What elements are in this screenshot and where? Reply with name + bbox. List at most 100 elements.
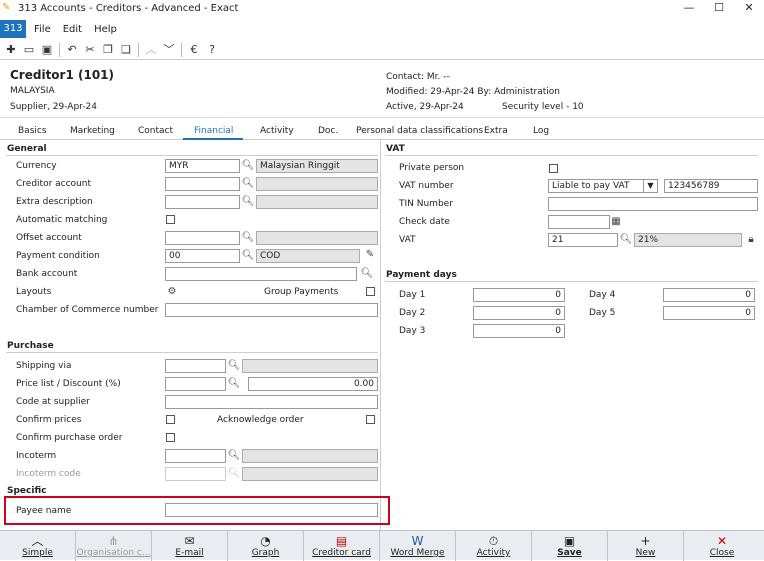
creditor-card-button[interactable]: ▤ Creditor card bbox=[304, 531, 380, 561]
gear-icon[interactable]: ⚙ bbox=[165, 285, 179, 299]
tab-basics[interactable]: Basics bbox=[18, 126, 47, 136]
toolbar-separator bbox=[181, 42, 182, 57]
search-icon[interactable]: 🔍︎ bbox=[241, 249, 255, 263]
search-icon[interactable]: 🔍︎ bbox=[241, 195, 255, 209]
day1-label: Day 1 bbox=[399, 290, 426, 300]
tab-log[interactable]: Log bbox=[533, 126, 549, 136]
vat-type-select[interactable]: Liable to pay VAT bbox=[548, 179, 644, 193]
chevron-up-icon[interactable]: ︿ bbox=[142, 41, 160, 59]
calendar-icon[interactable]: ▦ bbox=[609, 215, 623, 229]
activity-button[interactable]: ⏱︎ Activity bbox=[456, 531, 532, 561]
close-window-button[interactable]: ✕ bbox=[734, 0, 764, 16]
automatic-matching-checkbox[interactable] bbox=[166, 215, 175, 224]
menu-edit[interactable]: Edit bbox=[63, 24, 82, 35]
creditor-active: Active, 29-Apr-24 bbox=[386, 102, 464, 112]
automatic-matching-label: Automatic matching bbox=[16, 215, 108, 225]
security-level: Security level - 10 bbox=[502, 102, 584, 112]
simple-button[interactable]: ︿ Simple bbox=[0, 531, 76, 561]
incoterm-code-name-field bbox=[242, 467, 378, 481]
graph-button[interactable]: ◔ Graph bbox=[228, 531, 304, 561]
shipping-via-input[interactable] bbox=[165, 359, 226, 373]
extra-description-input[interactable] bbox=[165, 195, 240, 209]
section-purchase: Purchase bbox=[7, 341, 54, 351]
minimize-button[interactable]: — bbox=[674, 0, 704, 16]
group-payments-label: Group Payments bbox=[264, 287, 339, 297]
acknowledge-order-checkbox[interactable] bbox=[366, 415, 375, 424]
payment-condition-input[interactable]: 00 bbox=[165, 249, 240, 263]
search-icon[interactable]: 🔍︎ bbox=[360, 267, 374, 281]
day5-input[interactable]: 0 bbox=[663, 306, 755, 320]
price-list-label: Price list / Discount (%) bbox=[16, 379, 121, 389]
tab-extra[interactable]: Extra bbox=[484, 126, 508, 136]
tab-contact[interactable]: Contact bbox=[138, 126, 173, 136]
day4-input[interactable]: 0 bbox=[663, 288, 755, 302]
new-icon[interactable]: ✚ bbox=[2, 41, 20, 59]
chevron-down-icon[interactable]: ﹀ bbox=[160, 41, 178, 59]
dropdown-arrow-icon[interactable]: ▼ bbox=[643, 179, 658, 193]
tab-personal-data[interactable]: Personal data classifications bbox=[356, 126, 483, 136]
pencil-icon[interactable]: ✎ bbox=[363, 248, 377, 262]
day2-input[interactable]: 0 bbox=[473, 306, 565, 320]
tin-number-input[interactable] bbox=[548, 197, 758, 211]
tab-doc[interactable]: Doc. bbox=[318, 126, 338, 136]
creditor-account-input[interactable] bbox=[165, 177, 240, 191]
section-divider bbox=[385, 281, 758, 282]
menu-help[interactable]: Help bbox=[94, 24, 117, 35]
close-button[interactable]: ✕ Close bbox=[684, 531, 760, 561]
discount-input[interactable]: 0.00 bbox=[248, 377, 378, 391]
vat-label: VAT bbox=[399, 235, 416, 245]
lock-icon: 🔒︎ bbox=[748, 234, 754, 245]
vat-rate-field: 21% bbox=[634, 233, 742, 247]
confirm-prices-checkbox[interactable] bbox=[166, 415, 175, 424]
save-icon[interactable]: ▣ bbox=[38, 41, 56, 59]
window-title: 313 Accounts - Creditors - Advanced - Ex… bbox=[18, 2, 239, 14]
tab-financial[interactable]: Financial bbox=[194, 126, 233, 136]
email-button[interactable]: ✉ E-mail bbox=[152, 531, 228, 561]
search-icon[interactable]: 🔍︎ bbox=[619, 233, 633, 247]
day3-input[interactable]: 0 bbox=[473, 324, 565, 338]
offset-account-name-field bbox=[256, 231, 378, 245]
incoterm-label: Incoterm bbox=[16, 451, 57, 461]
code-at-supplier-label: Code at supplier bbox=[16, 397, 90, 407]
creditor-modified: Modified: 29-Apr-24 By: Administration bbox=[386, 87, 560, 97]
currency-input[interactable]: MYR bbox=[165, 159, 240, 173]
bank-account-input[interactable] bbox=[165, 267, 357, 281]
search-icon[interactable]: 🔍︎ bbox=[241, 177, 255, 191]
euro-icon[interactable]: € bbox=[185, 41, 203, 59]
day1-input[interactable]: 0 bbox=[473, 288, 565, 302]
search-icon[interactable]: 🔍︎ bbox=[227, 449, 241, 463]
undo-icon[interactable]: ↶ bbox=[63, 41, 81, 59]
stopwatch-icon: ⏱︎ bbox=[488, 534, 499, 548]
vat-number-input[interactable]: 123456789 bbox=[664, 179, 758, 193]
word-merge-button[interactable]: W Word Merge bbox=[380, 531, 456, 561]
group-payments-checkbox[interactable] bbox=[366, 287, 375, 296]
paste-icon[interactable]: ❏ bbox=[117, 41, 135, 59]
confirm-purchase-order-checkbox[interactable] bbox=[166, 433, 175, 442]
code-at-supplier-input[interactable] bbox=[165, 395, 378, 409]
tab-activity[interactable]: Activity bbox=[260, 126, 294, 136]
maximize-button[interactable]: ☐ bbox=[704, 0, 734, 16]
chamber-of-commerce-input[interactable] bbox=[165, 303, 378, 317]
search-icon[interactable]: 🔍︎ bbox=[227, 377, 241, 391]
graph-icon: ◔ bbox=[260, 534, 271, 548]
open-folder-icon[interactable]: ▭ bbox=[20, 41, 38, 59]
search-icon[interactable]: 🔍︎ bbox=[241, 231, 255, 245]
cut-icon[interactable]: ✂ bbox=[81, 41, 99, 59]
price-list-input[interactable] bbox=[165, 377, 226, 391]
check-date-input[interactable] bbox=[548, 215, 610, 229]
search-icon[interactable]: 🔍︎ bbox=[227, 359, 241, 373]
search-icon[interactable]: 🔍︎ bbox=[241, 159, 255, 173]
incoterm-input[interactable] bbox=[165, 449, 226, 463]
help-icon[interactable]: ? bbox=[203, 41, 221, 59]
tab-marketing[interactable]: Marketing bbox=[70, 126, 115, 136]
app-icon: ✎ bbox=[2, 2, 11, 13]
menu-file[interactable]: File bbox=[34, 24, 51, 35]
floppy-icon: ▣ bbox=[563, 534, 576, 548]
copy-icon[interactable]: ❐ bbox=[99, 41, 117, 59]
org-chart-icon: ⋔ bbox=[108, 534, 119, 548]
offset-account-input[interactable] bbox=[165, 231, 240, 245]
vat-code-input[interactable]: 21 bbox=[548, 233, 618, 247]
new-button[interactable]: + New bbox=[608, 531, 684, 561]
private-person-checkbox[interactable] bbox=[549, 164, 558, 173]
save-button[interactable]: ▣ Save bbox=[532, 531, 608, 561]
